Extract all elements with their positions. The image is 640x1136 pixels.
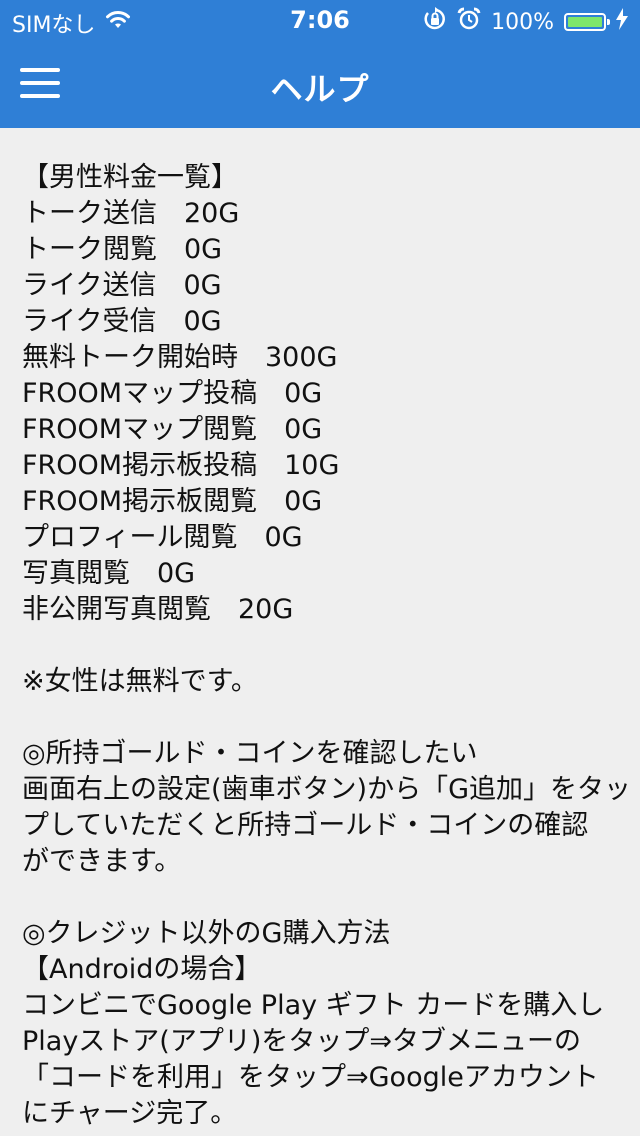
fees-heading: 【男性料金一覧】 xyxy=(22,162,238,193)
fee-item: トーク送信 20G xyxy=(22,198,240,229)
alarm-icon xyxy=(457,7,481,37)
status-right: 100% xyxy=(423,7,628,37)
fee-item: 写真閲覧 0G xyxy=(22,558,196,589)
fee-item: 非公開写真閲覧 20G xyxy=(22,594,294,625)
android-text-line: 「コードを利用」をタップ⇒Googleアカウント xyxy=(22,1062,599,1093)
android-text-line: にチャージ完了。 xyxy=(22,1098,238,1129)
fee-item: ライク送信 0G xyxy=(22,270,222,301)
navigation-bar: ヘルプ xyxy=(0,40,640,128)
charging-icon xyxy=(616,8,628,36)
fee-item: FROOMマップ閲覧 0G xyxy=(22,414,323,445)
gold-text-line: 画面右上の設定(歯車ボタン)から「G追加」をタッ xyxy=(22,774,631,805)
android-text-line: コンビニでGoogle Play ギフト カードを購入し xyxy=(22,990,605,1021)
female-note: ※女性は無料です。 xyxy=(22,666,258,697)
fees-list: トーク送信 20G トーク閲覧 0G ライク送信 0G ライク受信 0G 無料ト… xyxy=(22,196,622,628)
battery-level-fill xyxy=(568,17,602,27)
battery-icon xyxy=(564,13,610,31)
fee-item: FROOM掲示板投稿 10G xyxy=(22,450,340,481)
fee-item: 無料トーク開始時 300G xyxy=(22,342,338,373)
purchase-heading: ◎クレジット以外のG購入方法 xyxy=(22,918,391,949)
android-heading: 【Androidの場合】 xyxy=(22,954,262,985)
status-bar: SIMなし 7:06 100% xyxy=(0,0,640,40)
help-content: 【男性料金一覧】 トーク送信 20G トーク閲覧 0G ライク送信 0G ライク… xyxy=(22,160,631,1132)
fee-item: ライク受信 0G xyxy=(22,306,222,337)
fee-item: FROOMマップ投稿 0G xyxy=(22,378,323,409)
fee-item: トーク閲覧 0G xyxy=(22,234,223,265)
gold-heading: ◎所持ゴールド・コインを確認したい xyxy=(22,738,478,769)
gold-text-line: ができます。 xyxy=(22,846,182,877)
fee-item: FROOM掲示板閲覧 0G xyxy=(22,486,323,517)
fee-item: プロフィール閲覧 0G xyxy=(22,522,303,553)
gold-text-line: プしていただくと所持ゴールド・コインの確認 xyxy=(22,810,589,841)
page-title: ヘルプ xyxy=(270,70,370,108)
android-text-line: Playストア(アプリ)をタップ⇒タブメニューの xyxy=(22,1026,581,1057)
app-header: SIMなし 7:06 100% ヘルプ xyxy=(0,0,640,128)
orientation-lock-icon xyxy=(423,7,447,37)
battery-percent-label: 100% xyxy=(491,9,554,35)
